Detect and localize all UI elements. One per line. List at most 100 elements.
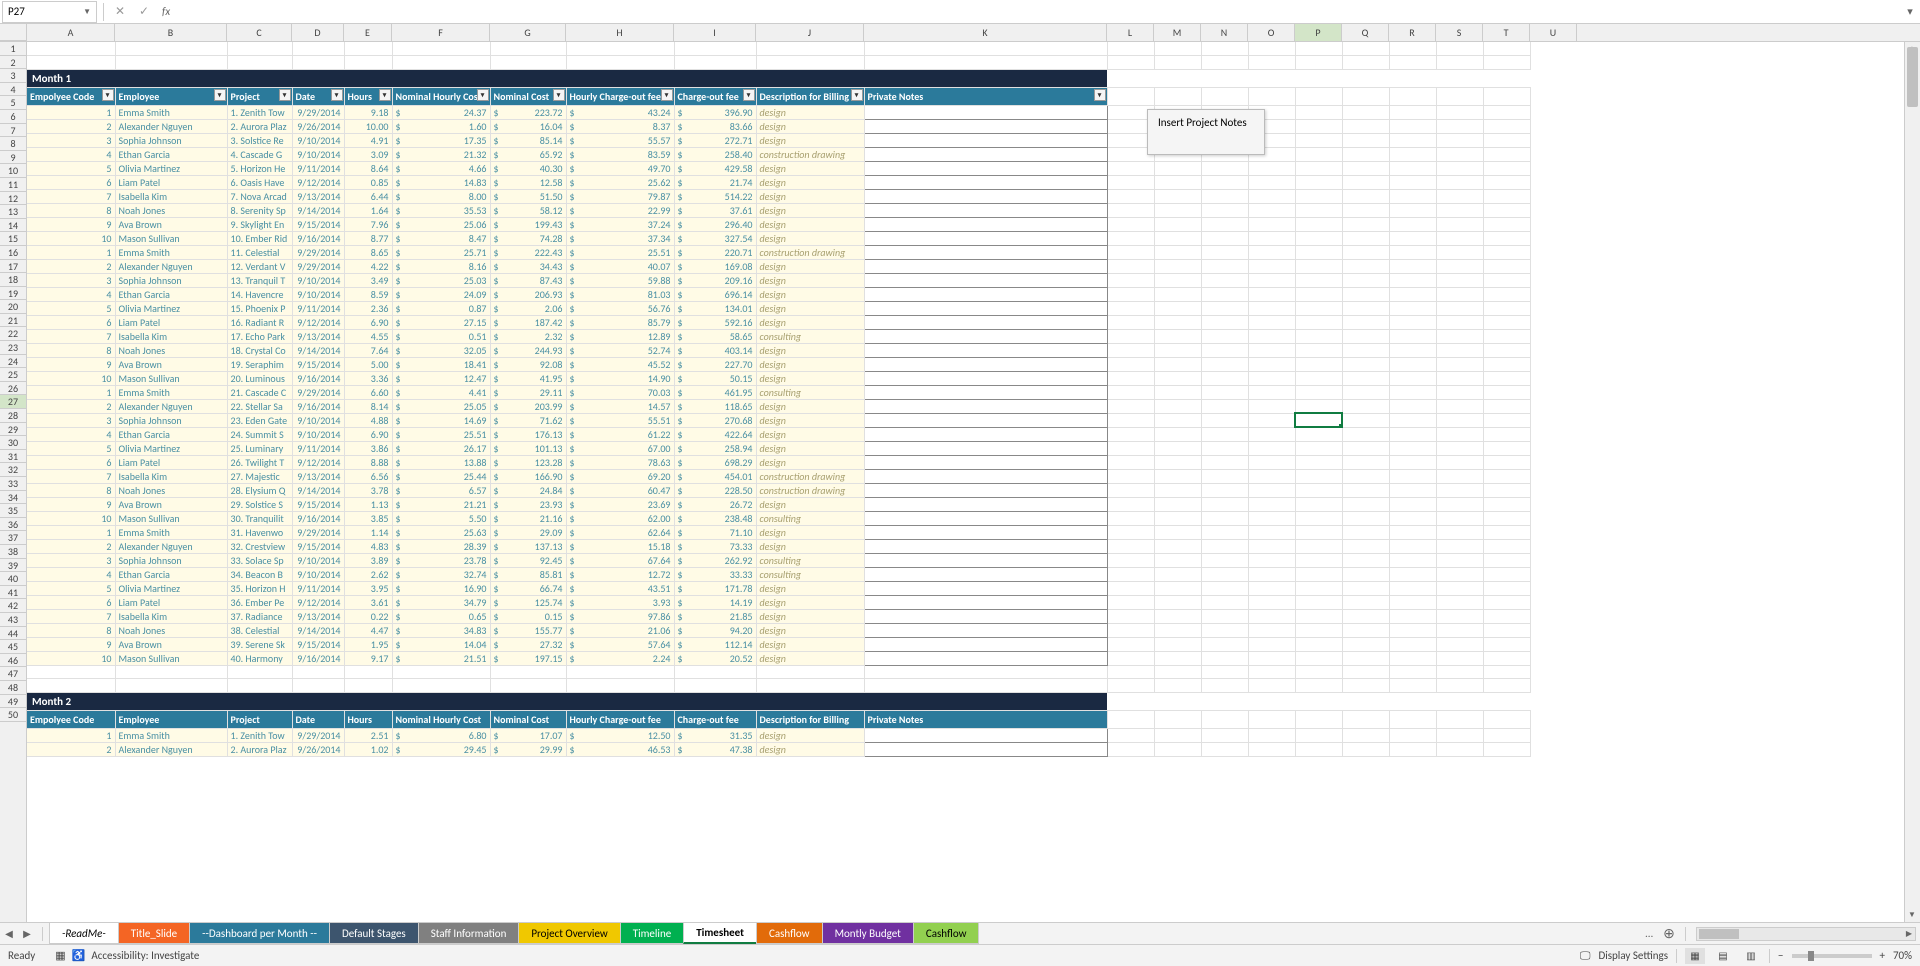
cell-S13[interactable] xyxy=(1436,217,1483,231)
filter-dropdown-icon[interactable]: ▾ xyxy=(379,89,391,101)
cell-I2[interactable] xyxy=(674,56,756,70)
cell-Q19[interactable] xyxy=(1342,301,1389,315)
private-notes-cell[interactable] xyxy=(864,189,1107,203)
table-cell[interactable]: consulting xyxy=(756,567,864,581)
table-cell[interactable]: $258.94 xyxy=(674,441,756,455)
cell-P18[interactable] xyxy=(1295,287,1342,301)
cell-N15[interactable] xyxy=(1201,245,1248,259)
row-header-9[interactable]: 9 xyxy=(0,151,26,165)
cell-T17[interactable] xyxy=(1483,273,1530,287)
cell-T44[interactable] xyxy=(1483,651,1530,665)
cell-R27[interactable] xyxy=(1389,413,1436,427)
cell-P37[interactable] xyxy=(1295,553,1342,567)
table-cell[interactable]: 5 xyxy=(27,441,115,455)
cell-O44[interactable] xyxy=(1248,651,1295,665)
table-cell[interactable]: $17.35 xyxy=(392,133,490,147)
table-cell[interactable]: 9/10/2014 xyxy=(292,287,344,301)
table-cell[interactable]: 7 xyxy=(27,329,115,343)
cell-L24[interactable] xyxy=(1107,371,1154,385)
table-cell[interactable]: 6 xyxy=(27,175,115,189)
sheet-tab-cashflow[interactable]: Cashflow xyxy=(913,923,980,944)
cell-O42[interactable] xyxy=(1248,623,1295,637)
cell-A1[interactable] xyxy=(27,42,115,56)
row-header-31[interactable]: 31 xyxy=(0,450,26,464)
cell-N12[interactable] xyxy=(1201,203,1248,217)
formula-input[interactable] xyxy=(176,1,1900,23)
cell-T25[interactable] xyxy=(1483,385,1530,399)
cell-G1[interactable] xyxy=(490,42,566,56)
table-cell[interactable]: design xyxy=(756,595,864,609)
vertical-scrollbar[interactable]: ▲ ▼ xyxy=(1904,42,1920,922)
cell-Q26[interactable] xyxy=(1342,399,1389,413)
table-cell[interactable]: $43.24 xyxy=(566,105,674,119)
cell[interactable] xyxy=(1483,69,1530,87)
table-cell[interactable]: $60.47 xyxy=(566,483,674,497)
cell-L36[interactable] xyxy=(1107,539,1154,553)
private-notes-cell[interactable] xyxy=(864,609,1107,623)
cell-M42[interactable] xyxy=(1154,623,1201,637)
table-cell[interactable]: $37.61 xyxy=(674,203,756,217)
fx-label[interactable]: fx xyxy=(162,5,170,18)
cell-T5[interactable] xyxy=(1483,105,1530,119)
cell-P2[interactable] xyxy=(1295,56,1342,70)
cell-R19[interactable] xyxy=(1389,301,1436,315)
table-cell[interactable]: $8.37 xyxy=(566,119,674,133)
table-cell[interactable]: $41.95 xyxy=(490,371,566,385)
cell-L41[interactable] xyxy=(1107,609,1154,623)
cell-S34[interactable] xyxy=(1436,511,1483,525)
cell-M10[interactable] xyxy=(1154,175,1201,189)
cell-S22[interactable] xyxy=(1436,343,1483,357)
table-header[interactable]: Empolyee Code▾ xyxy=(27,87,115,105)
vertical-scroll-thumb[interactable] xyxy=(1907,47,1918,107)
table-cell[interactable]: 23. Eden Gate xyxy=(227,413,292,427)
cell-M2[interactable] xyxy=(1154,56,1201,70)
table-cell[interactable]: 9/10/2014 xyxy=(292,427,344,441)
table-header[interactable]: Hours xyxy=(344,710,392,728)
row-header-50[interactable]: 50 xyxy=(0,708,26,722)
table-cell[interactable]: 8 xyxy=(27,203,115,217)
private-notes-cell[interactable] xyxy=(864,105,1107,119)
accessibility-icon[interactable]: ♿ xyxy=(72,949,86,962)
cell-S31[interactable] xyxy=(1436,469,1483,483)
table-cell[interactable]: 7.96 xyxy=(344,217,392,231)
table-cell[interactable]: 21. Cascade C xyxy=(227,385,292,399)
cell-Q2[interactable] xyxy=(1342,56,1389,70)
table-cell[interactable]: 3 xyxy=(27,413,115,427)
cell-T33[interactable] xyxy=(1483,497,1530,511)
table-cell[interactable]: $20.52 xyxy=(674,651,756,665)
row-header-2[interactable]: 2 xyxy=(0,56,26,70)
cell[interactable] xyxy=(1248,69,1295,87)
table-header[interactable]: Employee▾ xyxy=(115,87,227,105)
table-cell[interactable]: design xyxy=(756,427,864,441)
table-cell[interactable]: 3.86 xyxy=(344,441,392,455)
table-cell[interactable]: Ava Brown xyxy=(115,637,227,651)
cell[interactable] xyxy=(1342,87,1389,105)
table-cell[interactable]: $12.89 xyxy=(566,329,674,343)
cell-O30[interactable] xyxy=(1248,455,1295,469)
cell-L22[interactable] xyxy=(1107,343,1154,357)
table-cell[interactable]: $125.74 xyxy=(490,595,566,609)
table-cell[interactable]: design xyxy=(756,609,864,623)
filter-dropdown-icon[interactable]: ▾ xyxy=(214,89,226,101)
table-cell[interactable]: $698.29 xyxy=(674,455,756,469)
tab-nav-prev[interactable]: ◀ xyxy=(0,925,18,943)
table-cell[interactable]: 34. Beacon B xyxy=(227,567,292,581)
cell-M30[interactable] xyxy=(1154,455,1201,469)
table-cell[interactable]: 8 xyxy=(27,343,115,357)
sheet-tab-title-slide[interactable]: Title_Slide xyxy=(118,923,190,944)
column-header-T[interactable]: T xyxy=(1483,24,1530,41)
table-cell[interactable]: Emma Smith xyxy=(115,525,227,539)
table-cell[interactable]: $14.57 xyxy=(566,399,674,413)
cell-S41[interactable] xyxy=(1436,609,1483,623)
table-cell[interactable]: 4 xyxy=(27,567,115,581)
cell[interactable] xyxy=(1483,87,1530,105)
cell-O33[interactable] xyxy=(1248,497,1295,511)
cell-O21[interactable] xyxy=(1248,329,1295,343)
cell-P12[interactable] xyxy=(1295,203,1342,217)
cell-S15[interactable] xyxy=(1436,245,1483,259)
cell-R2[interactable] xyxy=(1389,56,1436,70)
cell-S28[interactable] xyxy=(1436,427,1483,441)
column-header-R[interactable]: R xyxy=(1389,24,1436,41)
table-cell[interactable]: design xyxy=(756,539,864,553)
table-cell[interactable]: Ethan Garcia xyxy=(115,287,227,301)
